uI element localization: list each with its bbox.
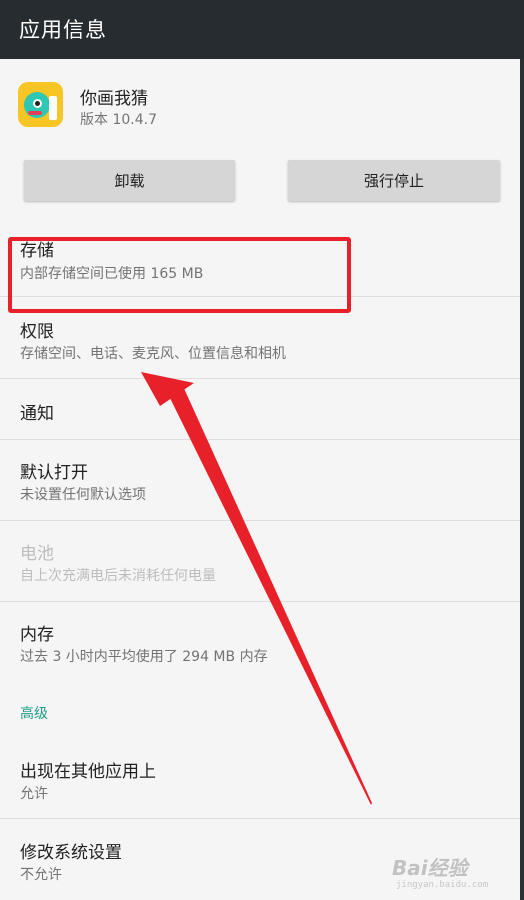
settings-item-open-by-default[interactable]: 默认打开 未设置任何默认选项	[0, 440, 520, 520]
settings-item-summary: 过去 3 小时内平均使用了 294 MB 内存	[20, 649, 268, 665]
right-edge-strip	[520, 59, 524, 900]
settings-item-memory[interactable]: 内存 过去 3 小时内平均使用了 294 MB 内存	[0, 602, 520, 680]
app-info-content: 你画我猜 版本 10.4.7 卸载 强行停止 存储 内部存储空间已使用 165 …	[0, 59, 520, 900]
settings-item-summary: 不允许	[20, 867, 62, 883]
force-stop-button[interactable]: 强行停止	[288, 160, 500, 201]
settings-item-display-over-other-apps[interactable]: 出现在其他应用上 允许	[0, 738, 520, 818]
settings-item-battery: 电池 自上次充满电后未消耗任何电量	[0, 521, 520, 601]
settings-item-title: 默认打开	[20, 463, 88, 483]
app-icon-pencil	[49, 96, 57, 120]
section-header-advanced: 高级	[20, 706, 48, 722]
settings-item-title: 内存	[20, 625, 54, 645]
watermark-url: jingyan.baidu.com	[396, 880, 489, 890]
app-info-screen: 应用信息 你画我猜 版本 10.4.7 卸载 强行停止 存储 内部存储空间已使用…	[0, 0, 524, 900]
app-version: 版本 10.4.7	[80, 112, 157, 128]
settings-item-summary: 内部存储空间已使用 165 MB	[20, 266, 204, 282]
watermark-text: Bai经验	[392, 856, 468, 880]
settings-item-title: 电池	[20, 544, 54, 564]
settings-item-title: 通知	[20, 404, 54, 424]
uninstall-button[interactable]: 卸载	[24, 160, 235, 201]
app-icon-pupil	[35, 101, 40, 106]
settings-item-title: 修改系统设置	[20, 843, 122, 863]
settings-item-permissions[interactable]: 权限 存储空间、电话、麦克风、位置信息和相机	[0, 297, 520, 378]
settings-item-summary: 存储空间、电话、麦克风、位置信息和相机	[20, 346, 286, 362]
settings-item-title: 出现在其他应用上	[20, 762, 156, 782]
settings-item-summary: 未设置任何默认选项	[20, 487, 146, 503]
app-icon	[18, 82, 63, 127]
app-bar: 应用信息	[0, 0, 524, 60]
settings-item-summary: 自上次充满电后未消耗任何电量	[20, 568, 216, 584]
settings-item-title: 权限	[20, 322, 54, 342]
app-header: 你画我猜 版本 10.4.7	[0, 59, 520, 149]
app-name: 你画我猜	[80, 89, 148, 109]
baidu-watermark: Bai经验 jingyan.baidu.com	[388, 852, 498, 896]
app-icon-mouth	[28, 111, 42, 115]
settings-item-storage[interactable]: 存储 内部存储空间已使用 165 MB	[0, 218, 520, 296]
page-title: 应用信息	[19, 18, 107, 42]
settings-item-summary: 允许	[20, 786, 48, 802]
settings-item-notifications[interactable]: 通知	[0, 379, 520, 439]
settings-item-title: 存储	[20, 241, 54, 261]
